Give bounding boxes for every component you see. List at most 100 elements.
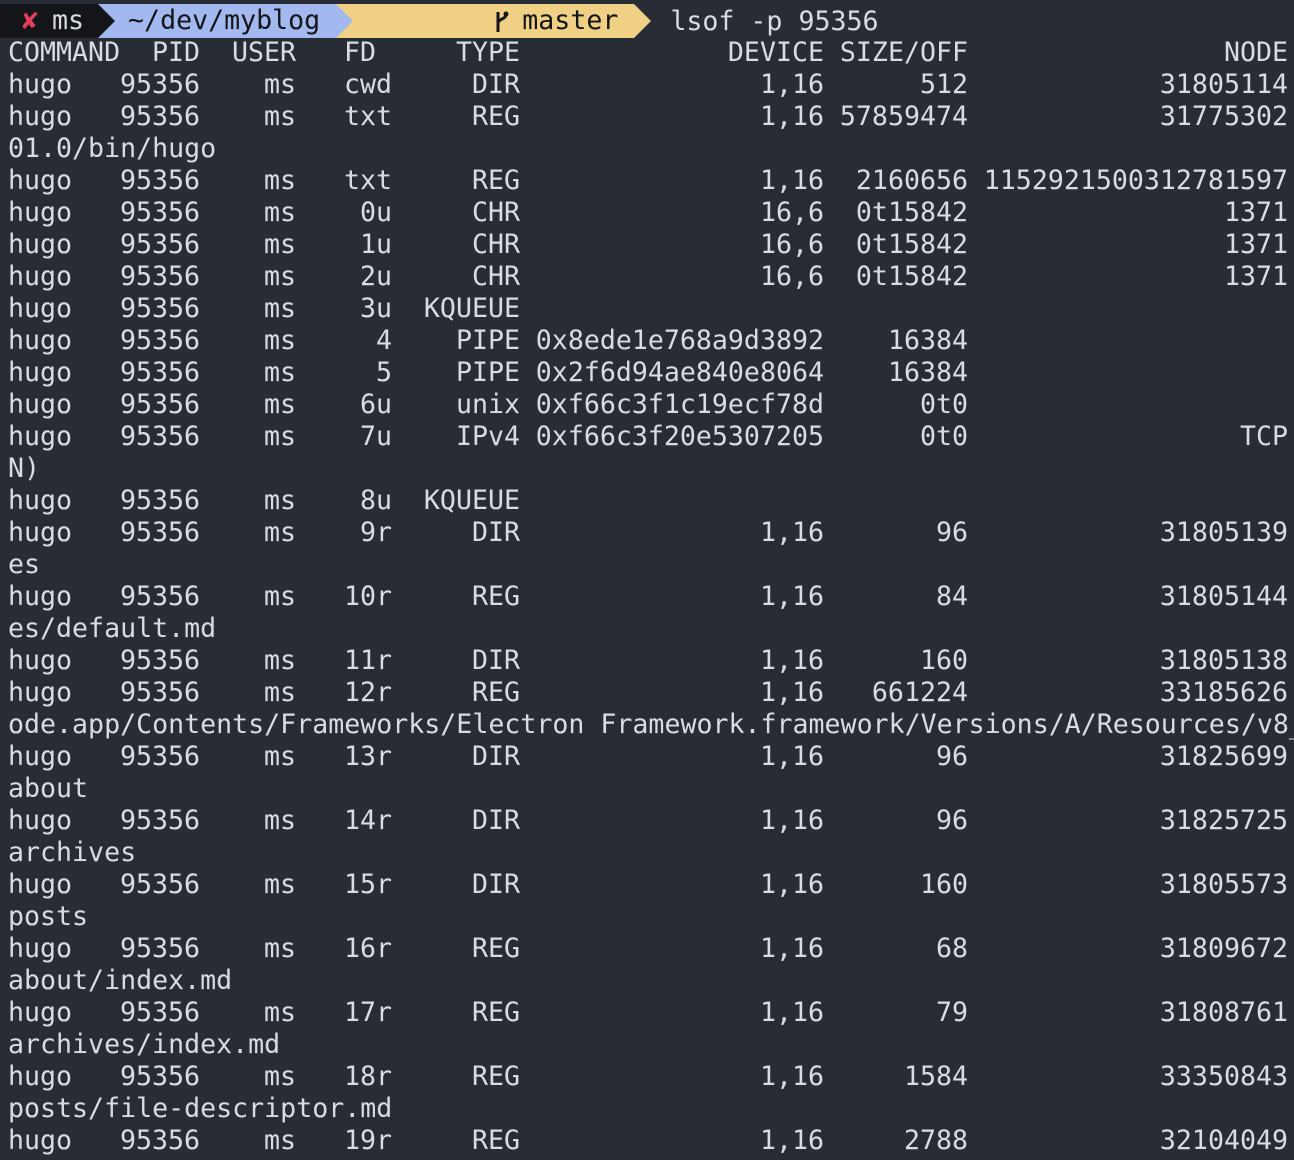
wrapped-name-line: 01.0/bin/hugo xyxy=(8,133,1294,165)
cell-type: REG xyxy=(471,997,520,1028)
cell-name-overflow: ode.app/Contents/Frameworks/Electron Fra… xyxy=(8,709,1294,740)
cell-command: hugo xyxy=(8,101,73,132)
cell-size: 96 xyxy=(935,805,968,836)
cell-command: hugo xyxy=(8,293,73,324)
cell-node: 1152921500312781597 xyxy=(983,165,1288,196)
cell-pid: 95356 xyxy=(119,645,200,676)
terminal-window[interactable]: ✘ ms ~/dev/myblog master lsof -p 95356 C… xyxy=(0,0,1294,1160)
cell-pid: 95356 xyxy=(119,997,200,1028)
cell-pid: 95356 xyxy=(119,229,200,260)
cell-pid: 95356 xyxy=(119,869,200,900)
cell-type: DIR xyxy=(471,869,520,900)
error-status-icon: ✘ xyxy=(22,5,39,36)
cell-user: ms xyxy=(263,165,296,196)
wrapped-name-line: archives/index.md xyxy=(8,1029,1294,1061)
cell-user: ms xyxy=(263,357,296,388)
cell-type: CHR xyxy=(471,229,520,260)
segment-separator-icon xyxy=(634,4,652,38)
cell-type: CHR xyxy=(471,197,520,228)
cell-name-overflow: archives xyxy=(8,837,137,868)
cell-type: REG xyxy=(471,101,520,132)
cell-command: hugo xyxy=(8,1061,73,1092)
prompt-user: ms xyxy=(52,5,85,36)
cell-pid: 95356 xyxy=(119,485,200,516)
table-row: hugo 95356 ms 15r DIR 1,16 160 31805573 xyxy=(8,869,1294,901)
cell-device: 1,16 xyxy=(759,741,824,772)
cell-pid: 95356 xyxy=(119,293,200,324)
cell-user: ms xyxy=(263,997,296,1028)
cell-device: 1,16 xyxy=(759,997,824,1028)
cell-node: 31825699 xyxy=(1159,741,1288,772)
header-node: NODE xyxy=(1223,37,1288,68)
table-row: hugo 95356 ms 9r DIR 1,16 96 31805139 xyxy=(8,517,1294,549)
wrapped-name-line: about xyxy=(8,773,1294,805)
cell-size: 160 xyxy=(919,869,968,900)
cell-user: ms xyxy=(263,677,296,708)
cell-type: REG xyxy=(471,1125,520,1156)
cell-size: 0t0 xyxy=(919,389,968,420)
cell-node: 31775302 xyxy=(1159,101,1288,132)
cell-command: hugo xyxy=(8,485,73,516)
cell-name-overflow: about xyxy=(8,773,89,804)
cell-size: 0t15842 xyxy=(855,197,968,228)
cell-command: hugo xyxy=(8,805,73,836)
cell-size: 68 xyxy=(935,933,968,964)
cell-fd: 2u xyxy=(359,261,392,292)
cell-size: 96 xyxy=(935,517,968,548)
cell-device: 0x8ede1e768a9d3892 xyxy=(535,325,824,356)
prompt-status-segment: ✘ ms xyxy=(0,4,116,38)
cell-pid: 95356 xyxy=(119,357,200,388)
wrapped-name-line: archives xyxy=(8,837,1294,869)
cell-pid: 95356 xyxy=(119,165,200,196)
cell-size: 2160656 xyxy=(855,165,968,196)
cell-pid: 95356 xyxy=(119,421,200,452)
cell-command: hugo xyxy=(8,1125,73,1156)
cell-user: ms xyxy=(263,1125,296,1156)
cell-fd: 5 xyxy=(375,357,392,388)
cell-device: 1,16 xyxy=(759,517,824,548)
cell-user: ms xyxy=(263,805,296,836)
cell-fd: 7u xyxy=(359,421,392,452)
cell-node: 33185626 xyxy=(1159,677,1288,708)
cell-node: 31809672 xyxy=(1159,933,1288,964)
cell-pid: 95356 xyxy=(119,741,200,772)
cell-node: 31825725 xyxy=(1159,805,1288,836)
cell-type: PIPE xyxy=(455,357,520,388)
cell-command: hugo xyxy=(8,229,73,260)
cell-type: DIR xyxy=(471,645,520,676)
cell-pid: 95356 xyxy=(119,389,200,420)
command-input[interactable]: lsof -p 95356 xyxy=(670,6,878,37)
cell-size: 84 xyxy=(935,581,968,612)
cell-type: REG xyxy=(471,933,520,964)
wrapped-name-line: posts xyxy=(8,901,1294,933)
prompt-git-segment: master xyxy=(336,4,652,38)
cell-command: hugo xyxy=(8,325,73,356)
cell-size: 160 xyxy=(919,645,968,676)
table-row: hugo 95356 ms txt REG 1,16 57859474 31775302 xyxy=(8,101,1294,133)
table-row: hugo 95356 ms 8u KQUEUE xyxy=(8,485,1294,517)
prompt-branch: master xyxy=(522,5,619,36)
cell-name-overflow: N) xyxy=(8,453,41,484)
cell-user: ms xyxy=(263,325,296,356)
cell-pid: 95356 xyxy=(119,325,200,356)
cell-pid: 95356 xyxy=(119,517,200,548)
cell-pid: 95356 xyxy=(119,101,200,132)
cell-fd: 6u xyxy=(359,389,392,420)
cell-size: 2788 xyxy=(903,1125,968,1156)
cell-name-overflow: about/index.md xyxy=(8,965,233,996)
cell-node: 33350843 xyxy=(1159,1061,1288,1092)
cell-type: REG xyxy=(471,677,520,708)
cell-fd: 10r xyxy=(343,581,392,612)
cell-node: 1371 xyxy=(1223,197,1288,228)
cell-type: CHR xyxy=(471,261,520,292)
cell-device: 0xf66c3f20e5307205 xyxy=(535,421,824,452)
cell-type: IPv4 xyxy=(455,421,520,452)
cell-type: REG xyxy=(471,581,520,612)
cell-device: 1,16 xyxy=(759,933,824,964)
cell-size: 16384 xyxy=(887,357,968,388)
cell-user: ms xyxy=(263,517,296,548)
cell-user: ms xyxy=(263,197,296,228)
cell-fd: 9r xyxy=(359,517,392,548)
table-row: hugo 95356 ms 16r REG 1,16 68 31809672 xyxy=(8,933,1294,965)
cell-command: hugo xyxy=(8,421,73,452)
